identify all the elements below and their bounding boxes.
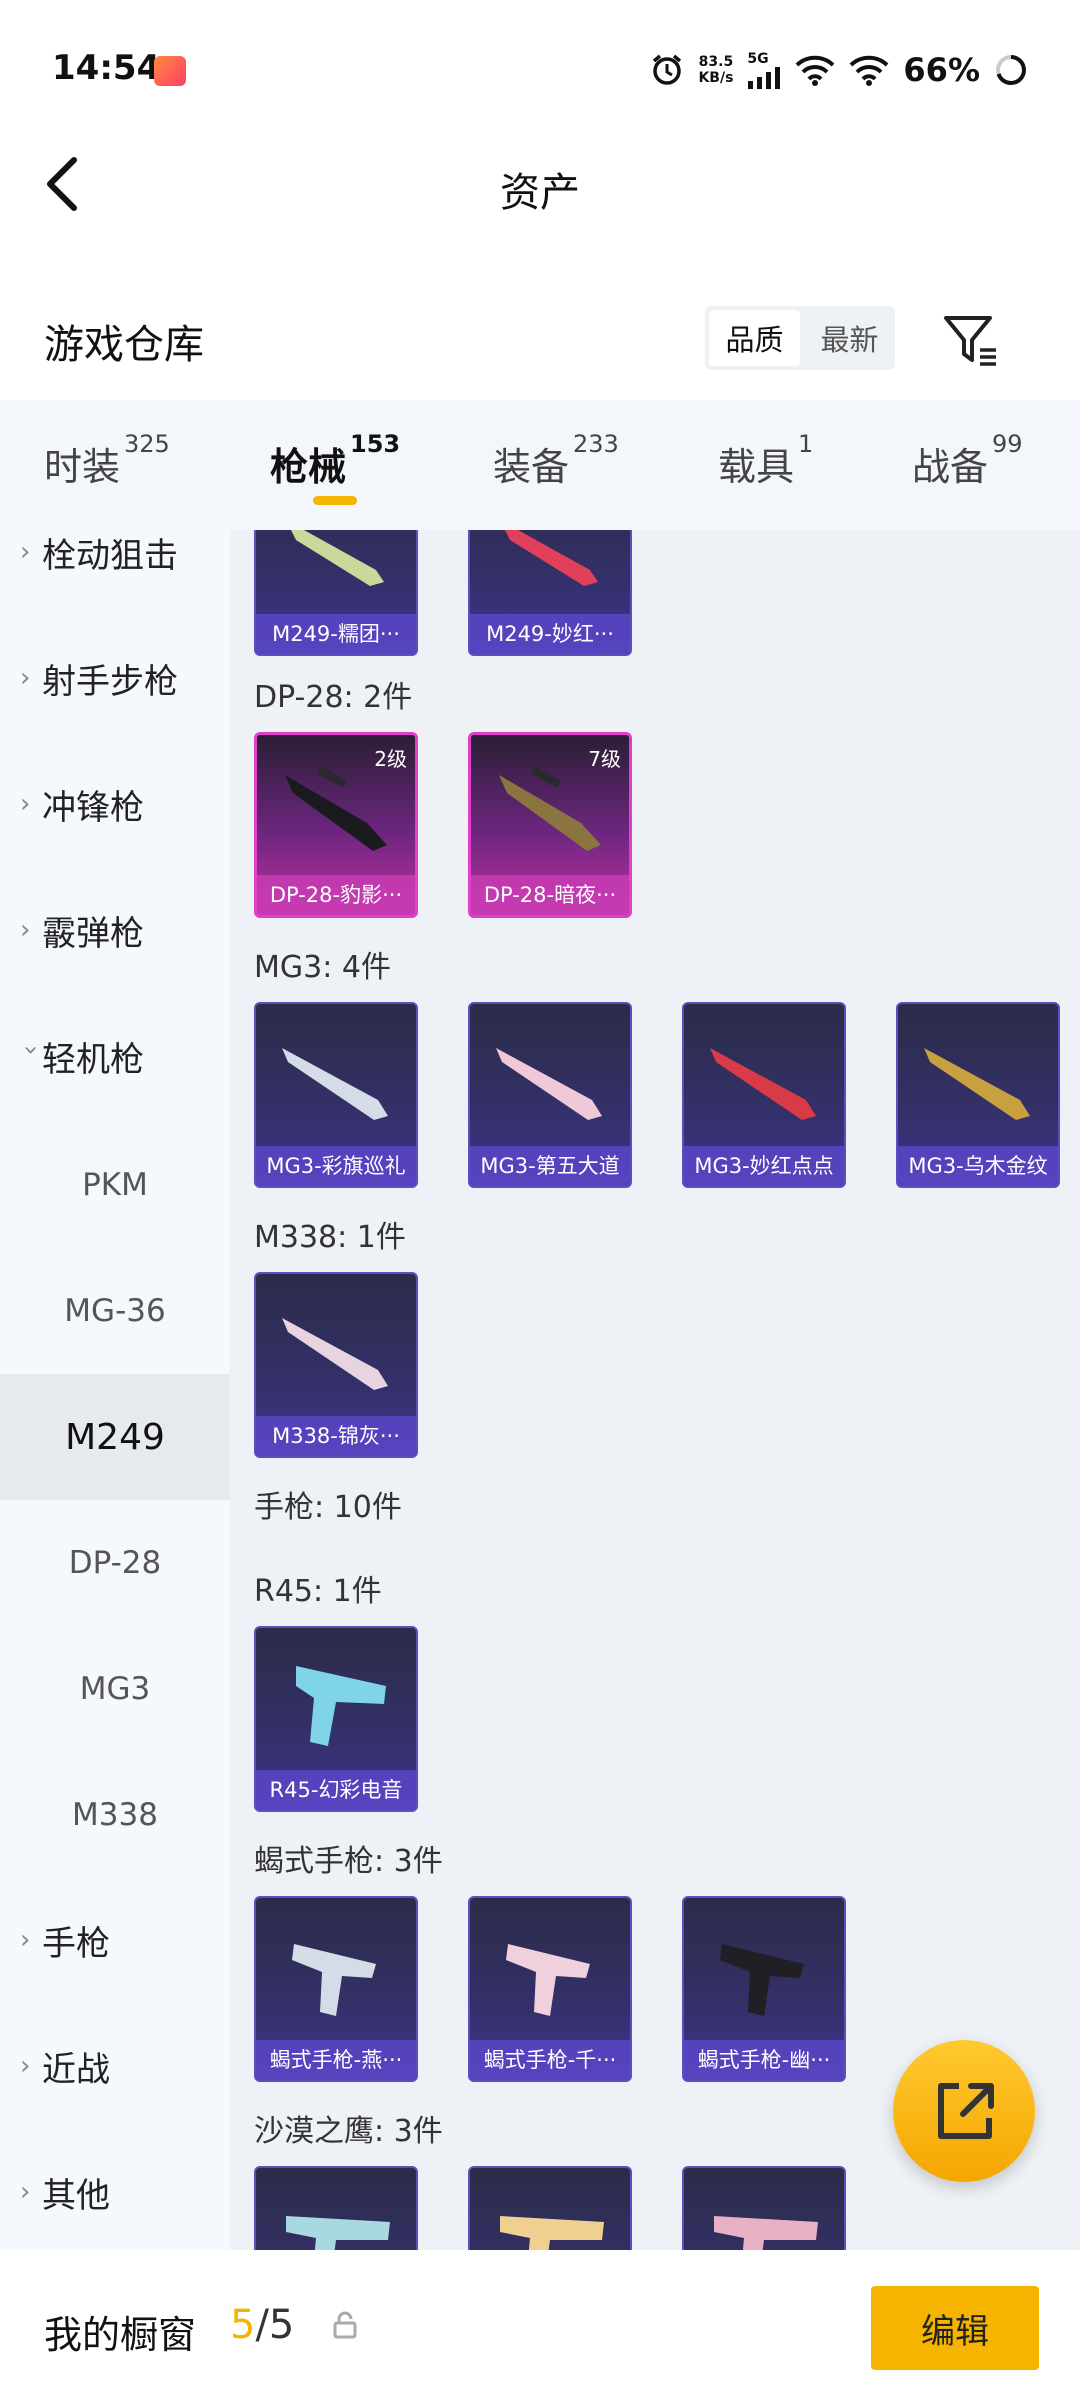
sidebar-sub-m338[interactable]: M338 [0, 1752, 230, 1878]
item-card[interactable]: 2级 DP-28-豹影··· [254, 732, 418, 918]
sort-newest-button[interactable]: 最新 [804, 306, 895, 370]
chevron-right-icon: › [20, 789, 31, 819]
sidebar-item-smg[interactable]: › 冲锋枪 [0, 744, 230, 864]
tab-supplies[interactable]: 战备99 [912, 430, 1023, 491]
item-card[interactable]: 7级 DP-28-暗夜··· [468, 732, 632, 918]
gun-image-icon [292, 1944, 376, 2016]
chevron-right-icon: › [20, 1925, 31, 1955]
item-card[interactable]: MG3-乌木金纹 [896, 1002, 1060, 1188]
item-card[interactable]: 蝎式手枪-燕··· [254, 1896, 418, 2082]
cellular-signal-icon [748, 67, 781, 89]
warehouse-label: 游戏仓库 [44, 322, 204, 368]
item-card[interactable]: M249-糯团··· [254, 530, 418, 656]
tab-equipment[interactable]: 装备233 [493, 430, 619, 491]
gun-image-icon [296, 1666, 386, 1746]
item-grid: M249-糯团··· M249-妙红··· DP-28: 2件 2级 DP-28… [230, 530, 1080, 2250]
warehouse-row: 游戏仓库 品质 最新 [0, 290, 1080, 400]
battery-ring-icon [996, 55, 1026, 85]
sidebar-sub-m249[interactable]: M249 [0, 1374, 230, 1500]
gun-image-icon [286, 2216, 390, 2250]
section-heading-deagle: 沙漠之鹰: 3件 [254, 2114, 443, 2149]
sidebar-item-pistol[interactable]: › 手枪 [0, 1880, 230, 2000]
showcase-count: 5/5 [230, 2302, 295, 2348]
gun-image-icon [710, 1048, 816, 1120]
network-type: 5G [747, 51, 769, 67]
item-card[interactable] [468, 2166, 632, 2250]
sidebar-item-bolt-sniper[interactable]: › 栓动狙击 [0, 530, 230, 612]
chevron-down-icon: › [16, 1045, 46, 1056]
gun-image-icon [282, 1048, 388, 1120]
gun-image-icon [499, 766, 601, 851]
chevron-right-icon: › [20, 2177, 31, 2207]
chevron-right-icon: › [20, 915, 31, 945]
sidebar-sub-pkm[interactable]: PKM [0, 1122, 230, 1248]
item-card[interactable] [682, 2166, 846, 2250]
edit-button[interactable]: 编辑 [871, 2286, 1039, 2370]
tab-fashion[interactable]: 时装325 [44, 430, 170, 491]
item-card[interactable]: 蝎式手枪-幽··· [682, 1896, 846, 2082]
item-card[interactable]: R45-幻彩电音 [254, 1626, 418, 1812]
status-indicators: 83.5 KB/s 5G 66% [650, 48, 1028, 92]
sidebar-item-marksman[interactable]: › 射手步枪 [0, 618, 230, 738]
section-heading-r45: R45: 1件 [254, 1574, 382, 1609]
gun-image-icon [506, 1944, 590, 2016]
item-card[interactable]: M338-锦灰··· [254, 1272, 418, 1458]
category-sidebar: › 栓动狙击 › 射手步枪 › 冲锋枪 › 霰弹枪 › 轻机枪 PKM MG-36 M24… [0, 530, 230, 2250]
sidebar-sub-mg3[interactable]: MG3 [0, 1626, 230, 1752]
sidebar-sub-dp28[interactable]: DP-28 [0, 1500, 230, 1626]
gun-image-icon [714, 2216, 818, 2250]
sidebar-sub-mg36[interactable]: MG-36 [0, 1248, 230, 1374]
sort-quality-button[interactable]: 品质 [709, 310, 800, 366]
wifi-icon-2 [850, 55, 889, 86]
section-heading-mg3: MG3: 4件 [254, 950, 391, 985]
gun-image-icon [500, 2216, 604, 2250]
section-heading-dp28: DP-28: 2件 [254, 680, 413, 715]
tab-vehicles[interactable]: 载具1 [718, 430, 813, 491]
chevron-right-icon: › [20, 663, 31, 693]
sidebar-item-other[interactable]: › 其他 [0, 2132, 230, 2250]
app-notification-icon [154, 56, 186, 86]
sidebar-item-lmg[interactable]: › 轻机枪 [0, 996, 230, 1116]
gun-image-icon [291, 530, 384, 586]
item-card[interactable]: M249-妙红··· [468, 530, 632, 656]
section-heading-scorpion: 蝎式手枪: 3件 [254, 1844, 443, 1879]
item-card[interactable]: 蝎式手枪-千··· [468, 1896, 632, 2082]
gun-image-icon [282, 1318, 388, 1390]
active-tab-indicator [313, 496, 357, 505]
showcase-label: 我的橱窗 [44, 2313, 197, 2357]
share-fab-button[interactable] [893, 2040, 1035, 2182]
sidebar-item-melee[interactable]: › 近战 [0, 2006, 230, 2126]
sidebar-item-shotgun[interactable]: › 霰弹枪 [0, 870, 230, 990]
showcase-bar: 我的橱窗 5/5 编辑 [0, 2250, 1080, 2400]
gun-image-icon [285, 766, 387, 851]
alarm-icon [653, 54, 682, 85]
share-icon [938, 2083, 994, 2139]
gun-image-icon [720, 1944, 804, 2016]
page-title: 资产 [500, 170, 580, 216]
chevron-right-icon: › [20, 2051, 31, 2081]
gun-image-icon [505, 530, 598, 586]
network-speed: 83.5 KB/s [698, 54, 734, 86]
status-bar: 14:54 83.5 KB/s 5G 66% [0, 0, 1080, 140]
gun-image-icon [924, 1048, 1030, 1120]
section-heading-pistol: 手枪: 10件 [254, 1490, 402, 1525]
sort-toggle: 品质 最新 [705, 306, 895, 370]
category-tabs: 时装325 枪械153 装备233 载具1 战备99 [0, 400, 1080, 530]
tab-guns[interactable]: 枪械153 [270, 430, 400, 491]
filter-icon[interactable] [940, 310, 1000, 370]
item-card[interactable] [254, 2166, 418, 2250]
section-heading-m338: M338: 1件 [254, 1220, 406, 1255]
wifi-icon-1 [796, 55, 835, 86]
app-header: 资产 [0, 140, 1080, 230]
lock-icon [333, 2311, 357, 2339]
status-time: 14:54 [52, 48, 161, 88]
item-card[interactable]: MG3-妙红点点 [682, 1002, 846, 1188]
item-card[interactable]: MG3-第五大道 [468, 1002, 632, 1188]
battery-percent: 66% [903, 51, 980, 89]
item-card[interactable]: MG3-彩旗巡礼 [254, 1002, 418, 1188]
chevron-right-icon: › [20, 537, 31, 567]
gun-image-icon [496, 1048, 602, 1120]
